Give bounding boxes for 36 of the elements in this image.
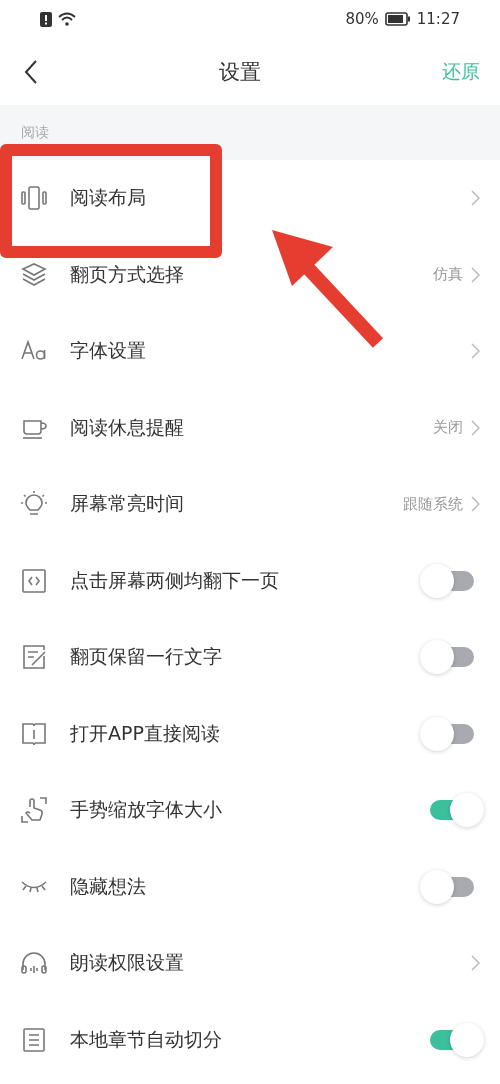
back-icon[interactable] bbox=[24, 58, 38, 85]
chevron-right-icon[interactable] bbox=[471, 496, 480, 513]
gesture-icon bbox=[20, 796, 48, 825]
setting-label[interactable]: 打开APP直接阅读 bbox=[70, 720, 220, 747]
sim-alert-icon bbox=[40, 11, 52, 27]
setting-label[interactable]: 阅读布局 bbox=[70, 185, 146, 212]
chevron-right-icon[interactable] bbox=[471, 266, 480, 283]
setting-label[interactable]: 点击屏幕两侧均翻下一页 bbox=[70, 567, 279, 594]
setting-label[interactable]: 本地章节自动切分 bbox=[70, 1026, 222, 1053]
layers-icon bbox=[20, 260, 48, 289]
code-icon bbox=[20, 566, 48, 595]
note-icon bbox=[20, 643, 48, 672]
page-title: 设置 bbox=[219, 58, 261, 86]
setting-label[interactable]: 翻页方式选择 bbox=[70, 261, 184, 288]
chevron-right-icon[interactable] bbox=[471, 955, 480, 972]
section-title: 阅读 bbox=[21, 123, 49, 142]
setting-label[interactable]: 隐藏想法 bbox=[70, 873, 146, 900]
setting-label[interactable]: 朗读权限设置 bbox=[70, 950, 184, 977]
list-icon bbox=[20, 1025, 48, 1054]
setting-label[interactable]: 翻页保留一行文字 bbox=[70, 644, 222, 671]
setting-label[interactable]: 字体设置 bbox=[70, 338, 146, 365]
battery-icon bbox=[384, 12, 411, 26]
layout-icon bbox=[20, 184, 48, 213]
setting-value: 关闭 bbox=[433, 418, 463, 438]
setting-value: 跟随系统 bbox=[403, 494, 463, 514]
chevron-right-icon[interactable] bbox=[471, 343, 480, 360]
eye-icon bbox=[20, 879, 48, 895]
clock-time: 11:27 bbox=[416, 10, 460, 28]
setting-label[interactable]: 阅读休息提醒 bbox=[70, 414, 184, 441]
setting-value: 仿真 bbox=[433, 265, 463, 285]
wifi-icon bbox=[58, 12, 76, 26]
battery-percent: 80% bbox=[345, 10, 379, 28]
chevron-right-icon[interactable] bbox=[471, 190, 480, 207]
chevron-right-icon[interactable] bbox=[471, 419, 480, 436]
setting-label[interactable]: 屏幕常亮时间 bbox=[70, 491, 184, 518]
setting-label[interactable]: 手势缩放字体大小 bbox=[70, 797, 222, 824]
